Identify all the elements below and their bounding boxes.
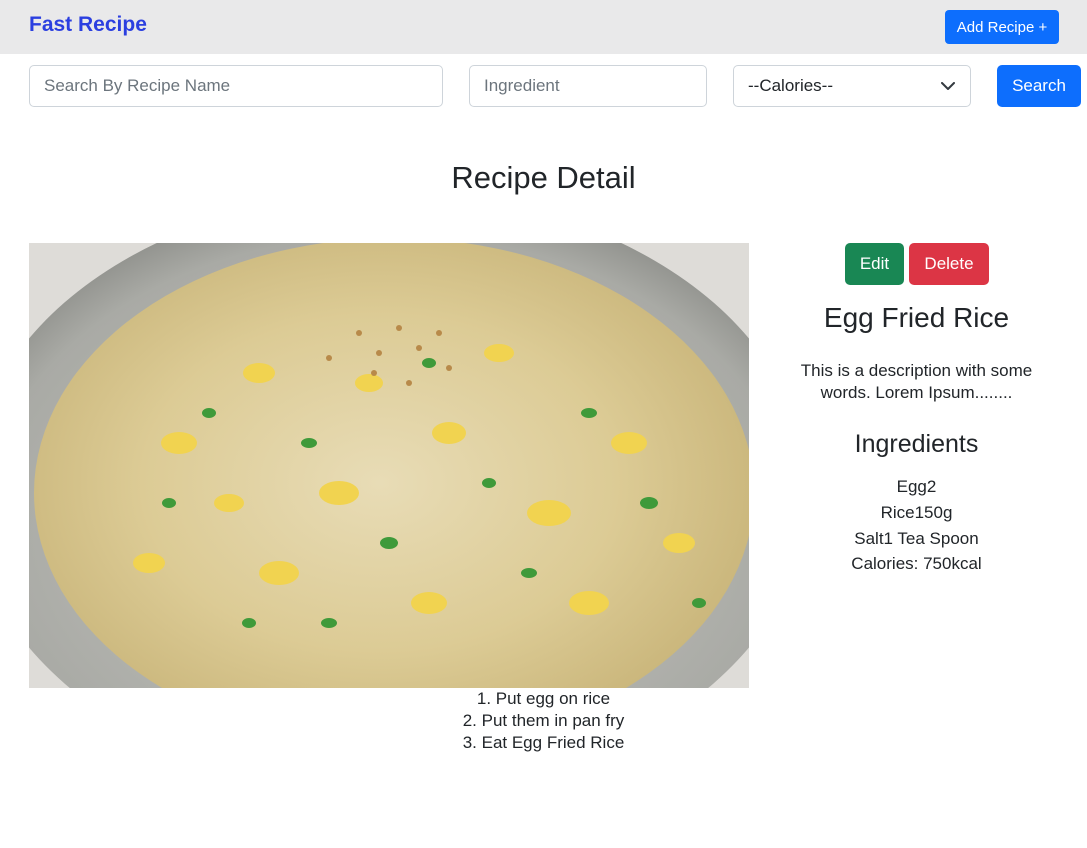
step-item: 2. Put them in pan fry [462, 711, 625, 730]
navbar: Fast Recipe Add Recipe + [0, 0, 1087, 54]
recipe-description: This is a description with some words. L… [800, 361, 1033, 402]
recipe-image [29, 243, 749, 688]
search-button[interactable]: Search [997, 65, 1081, 107]
recipe-name-placeholder: Search By Recipe Name [44, 76, 231, 95]
step-item: 1. Put egg on rice [476, 689, 611, 708]
chevron-down-icon [940, 78, 956, 94]
step-item: 3. Eat Egg Fried Rice [462, 733, 625, 752]
ingredient-item: Egg2 [896, 477, 937, 496]
add-recipe-button[interactable]: Add Recipe + [945, 10, 1059, 44]
calories-value: Calories: 750kcal [851, 554, 982, 573]
ingredient-input[interactable]: Ingredient [469, 65, 707, 107]
page-title: Recipe Detail [451, 160, 636, 195]
ingredient-item: Rice150g [880, 503, 953, 522]
ingredients-heading: Ingredients [854, 430, 979, 458]
steps-list: 1. Put egg on rice 2. Put them in pan fr… [0, 688, 1087, 754]
ingredients-list: Egg2 Rice150g Salt1 Tea Spoon [780, 476, 1053, 554]
recipe-name: Egg Fried Rice [823, 302, 1010, 333]
edit-button[interactable]: Edit [845, 243, 904, 285]
calories-select[interactable]: --Calories-- [733, 65, 971, 107]
delete-button[interactable]: Delete [909, 243, 989, 285]
recipe-name-search-input[interactable]: Search By Recipe Name [29, 65, 443, 107]
recipe-actions: Edit Delete [845, 243, 989, 285]
calories-selected-value: --Calories-- [748, 76, 833, 95]
ingredient-item: Salt1 Tea Spoon [854, 529, 979, 548]
ingredient-placeholder: Ingredient [484, 76, 560, 95]
brand-link[interactable]: Fast Recipe [29, 13, 147, 37]
